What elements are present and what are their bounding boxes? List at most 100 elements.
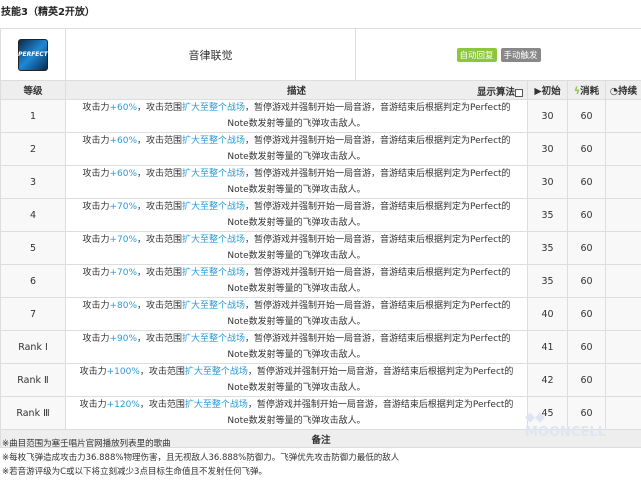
atk-value: +80% bbox=[109, 301, 137, 311]
atk-value: +60% bbox=[109, 169, 137, 179]
level-cell: Rank Ⅰ bbox=[0, 330, 66, 364]
atk-value: +90% bbox=[109, 334, 137, 344]
header-init: 初始 bbox=[541, 86, 561, 97]
duration-cell bbox=[604, 330, 641, 364]
desc-text: ，攻击范围 bbox=[137, 301, 183, 311]
atk-value: +120% bbox=[106, 400, 140, 410]
level-cell: Rank Ⅲ bbox=[0, 396, 66, 430]
desc-text: ，暂停游戏并强制开始一局音游，音游结束后根据判定为Perfect的Note数发射… bbox=[227, 169, 511, 195]
sp-cost-cell: 60 bbox=[567, 99, 606, 133]
table-row: Rank Ⅱ 攻击力+100%，攻击范围扩大至整个战场，暂停游戏并强制开始一局音… bbox=[0, 363, 641, 397]
init-sp-cell: 40 bbox=[527, 297, 568, 331]
header-cost: 消耗 bbox=[580, 86, 600, 97]
section-title: 技能3（精英2开放） bbox=[1, 7, 95, 18]
desc-text: ，暂停游戏并强制开始一局音游，音游结束后根据判定为Perfect的Note数发射… bbox=[227, 268, 511, 294]
sp-cost-cell: 60 bbox=[567, 264, 606, 298]
desc-text: 攻击力 bbox=[82, 136, 110, 146]
description-cell: 攻击力+80%，攻击范围扩大至整个战场，暂停游戏并强制开始一局音游，音游结束后根… bbox=[65, 297, 528, 331]
play-icon: ▶ bbox=[534, 86, 542, 97]
init-sp-cell: 42 bbox=[527, 363, 568, 397]
duration-cell bbox=[604, 264, 641, 298]
range-value: 扩大至整个战场 bbox=[182, 202, 246, 212]
description-cell: 攻击力+70%，攻击范围扩大至整个战场，暂停游戏并强制开始一局音游，音游结束后根… bbox=[65, 198, 528, 232]
level-cell: 5 bbox=[0, 231, 66, 265]
table-row: 3 攻击力+60%，攻击范围扩大至整个战场，暂停游戏并强制开始一局音游，音游结束… bbox=[0, 165, 641, 199]
level-cell: 2 bbox=[0, 132, 66, 166]
notes: ※曲目范围为塞壬唱片官网播放列表里的歌曲 ※每枚飞弹造成攻击力36.888%物理… bbox=[2, 437, 399, 479]
note-item: ※曲目范围为塞壬唱片官网播放列表里的歌曲 bbox=[2, 439, 171, 449]
sp-cost-cell: 60 bbox=[567, 231, 606, 265]
level-cell: 7 bbox=[0, 297, 66, 331]
tag-manual-trigger: 手动触发 bbox=[500, 47, 541, 62]
description-cell: 攻击力+90%，攻击范围扩大至整个战场，暂停游戏并强制开始一局音游，音游结束后根… bbox=[65, 330, 528, 364]
desc-text: ，攻击范围 bbox=[137, 103, 183, 113]
sp-cost-cell: 60 bbox=[567, 297, 606, 331]
description-cell: 攻击力+70%，攻击范围扩大至整个战场，暂停游戏并强制开始一局音游，音游结束后根… bbox=[65, 264, 528, 298]
range-value: 扩大至整个战场 bbox=[182, 136, 246, 146]
desc-text: 攻击力 bbox=[82, 103, 110, 113]
desc-text: 攻击力 bbox=[82, 235, 110, 245]
desc-text: ，暂停游戏并强制开始一局音游，音游结束后根据判定为Perfect的Note数发射… bbox=[227, 235, 511, 261]
description-cell: 攻击力+100%，攻击范围扩大至整个战场，暂停游戏并强制开始一局音游，音游结束后… bbox=[65, 363, 528, 397]
atk-value: +100% bbox=[106, 367, 140, 377]
desc-text: ，暂停游戏并强制开始一局音游，音游结束后根据判定为Perfect的Note数发射… bbox=[227, 136, 511, 162]
init-sp-cell: 30 bbox=[527, 132, 568, 166]
sp-cost-cell: 60 bbox=[567, 198, 606, 232]
skill-name: 音律联觉 bbox=[65, 28, 356, 81]
desc-text: ，攻击范围 bbox=[137, 268, 183, 278]
desc-text: ，攻击范围 bbox=[137, 235, 183, 245]
atk-value: +70% bbox=[109, 235, 137, 245]
table-row: 7 攻击力+80%，攻击范围扩大至整个战场，暂停游戏并强制开始一局音游，音游结束… bbox=[0, 297, 641, 331]
level-cell: 6 bbox=[0, 264, 66, 298]
sp-cost-cell: 60 bbox=[567, 363, 606, 397]
range-value: 扩大至整个战场 bbox=[182, 268, 246, 278]
description-cell: 攻击力+60%，攻击范围扩大至整个战场，暂停游戏并强制开始一局音游，音游结束后根… bbox=[65, 99, 528, 133]
range-value: 扩大至整个战场 bbox=[182, 334, 246, 344]
skill-icon-cell: PERFECT bbox=[0, 28, 66, 81]
skill-tags: 自动回复 手动触发 bbox=[354, 28, 641, 81]
desc-text: 攻击力 bbox=[82, 268, 110, 278]
level-cell: Rank Ⅱ bbox=[0, 363, 66, 397]
init-sp-cell: 35 bbox=[527, 231, 568, 265]
description-cell: 攻击力+60%，攻击范围扩大至整个战场，暂停游戏并强制开始一局音游，音游结束后根… bbox=[65, 132, 528, 166]
duration-cell bbox=[604, 165, 641, 199]
table-row: 4 攻击力+70%，攻击范围扩大至整个战场，暂停游戏并强制开始一局音游，音游结束… bbox=[0, 198, 641, 232]
show-formula-label: 显示算法 bbox=[476, 87, 515, 98]
skill-icon: PERFECT bbox=[18, 38, 48, 71]
skill-table: PERFECT 音律联觉 自动回复 手动触发 等级 描述 显示算法 ▶初始 ϟ消耗… bbox=[0, 28, 641, 448]
init-sp-cell: 35 bbox=[527, 264, 568, 298]
header-level: 等级 bbox=[0, 80, 66, 100]
duration-cell bbox=[604, 396, 641, 430]
level-cell: 1 bbox=[0, 99, 66, 133]
desc-text: ，攻击范围 bbox=[137, 169, 183, 179]
atk-value: +60% bbox=[109, 103, 137, 113]
desc-text: ，攻击范围 bbox=[137, 136, 183, 146]
init-sp-cell: 41 bbox=[527, 330, 568, 364]
desc-text: ，暂停游戏并强制开始一局音游，音游结束后根据判定为Perfect的Note数发射… bbox=[227, 367, 514, 393]
show-formula-toggle[interactable]: 显示算法 bbox=[477, 84, 523, 98]
range-value: 扩大至整个战场 bbox=[184, 400, 248, 410]
duration-cell bbox=[604, 132, 641, 166]
desc-text: 攻击力 bbox=[82, 334, 110, 344]
atk-value: +60% bbox=[109, 136, 137, 146]
desc-text: 攻击力 bbox=[82, 301, 110, 311]
duration-cell bbox=[604, 99, 641, 133]
range-value: 扩大至整个战场 bbox=[182, 301, 246, 311]
description-cell: 攻击力+70%，攻击范围扩大至整个战场，暂停游戏并强制开始一局音游，音游结束后根… bbox=[65, 231, 528, 265]
desc-text: ，攻击范围 bbox=[139, 400, 185, 410]
duration-cell bbox=[604, 363, 641, 397]
init-sp-cell: 35 bbox=[527, 198, 568, 232]
atk-value: +70% bbox=[109, 268, 137, 278]
show-formula-checkbox[interactable] bbox=[515, 88, 523, 97]
init-sp-cell: 30 bbox=[527, 165, 568, 199]
desc-text: ，暂停游戏并强制开始一局音游，音游结束后根据判定为Perfect的Note数发射… bbox=[227, 103, 511, 129]
atk-value: +70% bbox=[109, 202, 137, 212]
range-value: 扩大至整个战场 bbox=[182, 169, 246, 179]
description-cell: 攻击力+120%，攻击范围扩大至整个战场，暂停游戏并强制开始一局音游，音游结束后… bbox=[65, 396, 528, 430]
desc-text: ，暂停游戏并强制开始一局音游，音游结束后根据判定为Perfect的Note数发射… bbox=[227, 334, 511, 360]
watermark-logo: ◆◆ MOONCELL bbox=[525, 410, 606, 440]
desc-text: ，暂停游戏并强制开始一局音游，音游结束后根据判定为Perfect的Note数发射… bbox=[227, 202, 511, 228]
desc-text: ，暂停游戏并强制开始一局音游，音游结束后根据判定为Perfect的Note数发射… bbox=[227, 301, 511, 327]
duration-cell bbox=[604, 231, 641, 265]
sp-cost-cell: 60 bbox=[567, 165, 606, 199]
